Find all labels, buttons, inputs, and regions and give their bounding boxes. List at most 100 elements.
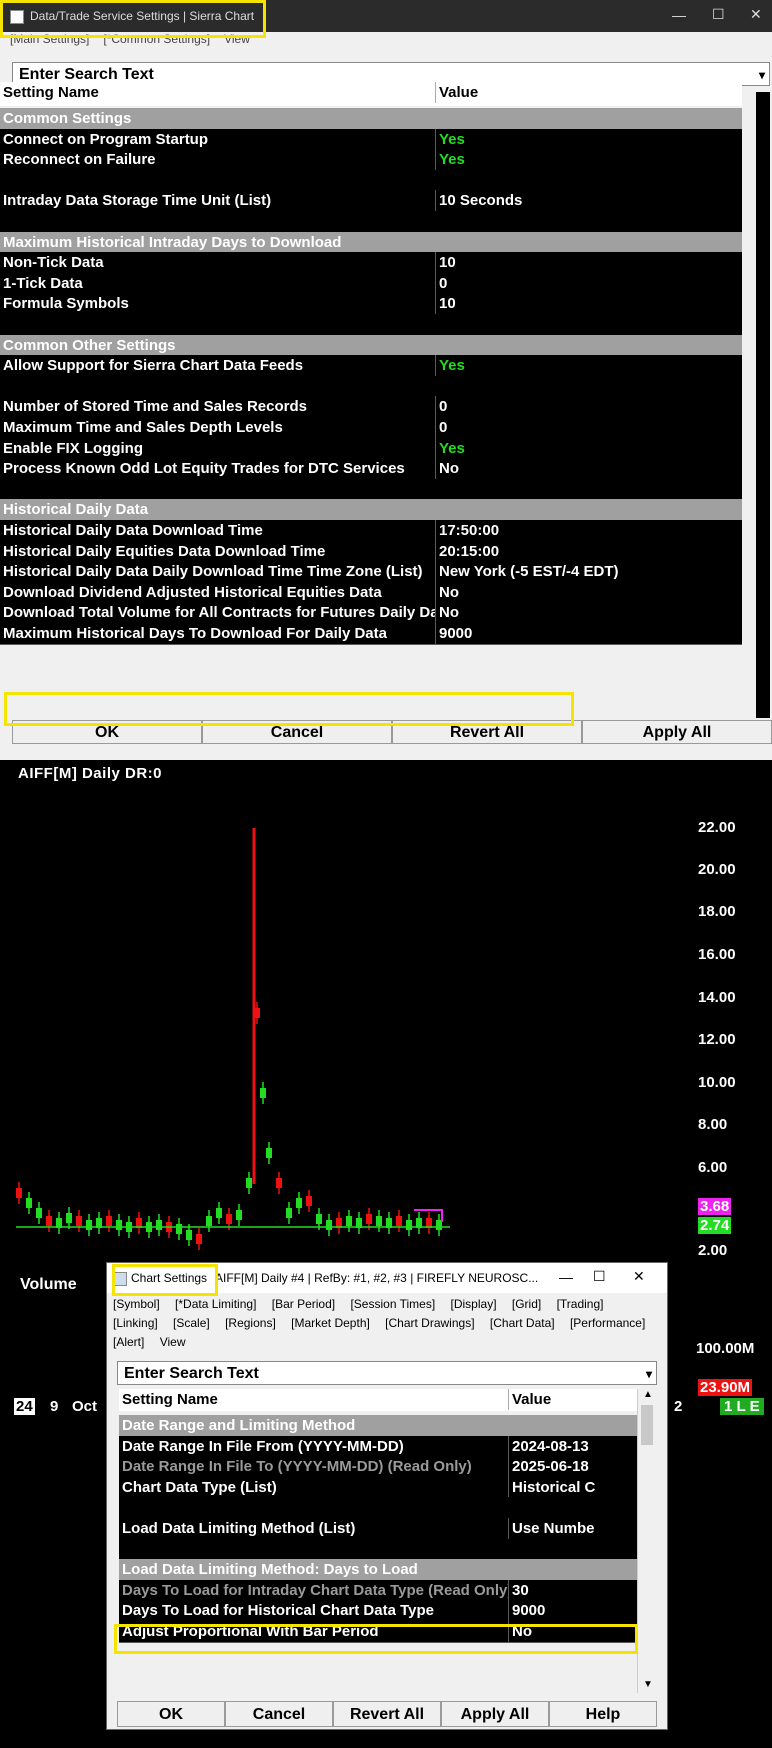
setting-row[interactable]: 1-Tick Data 0 bbox=[0, 272, 742, 295]
minimize-icon[interactable]: — bbox=[559, 1269, 573, 1285]
dropdown-chevron-icon[interactable]: ▾ bbox=[646, 1362, 652, 1386]
candle-body bbox=[366, 1214, 372, 1224]
setting-name: Days To Load for Intraday Chart Data Typ… bbox=[119, 1579, 509, 1601]
setting-value[interactable]: Yes bbox=[436, 149, 742, 170]
setting-value[interactable]: New York (-5 EST/-4 EDT) bbox=[436, 561, 742, 582]
maximize-icon[interactable]: ☐ bbox=[712, 6, 725, 23]
setting-value[interactable]: 0 bbox=[436, 273, 742, 294]
scrollbar[interactable] bbox=[756, 92, 770, 718]
settings-tab[interactable]: [Market Depth] bbox=[291, 1316, 370, 1330]
setting-value[interactable]: 9000 bbox=[436, 623, 742, 644]
help-button[interactable]: Help bbox=[549, 1701, 657, 1727]
price-tick-label: 14.00 bbox=[698, 989, 736, 1006]
settings-tab[interactable]: [Session Times] bbox=[350, 1297, 435, 1311]
candle-body bbox=[36, 1208, 42, 1218]
price-tick-label: 18.00 bbox=[698, 903, 736, 920]
setting-row[interactable]: Date Range In File From (YYYY-MM-DD) 2024… bbox=[119, 1435, 643, 1458]
settings-tab[interactable]: [Chart Drawings] bbox=[385, 1316, 474, 1330]
scroll-down-icon[interactable]: ▼ bbox=[643, 1679, 653, 1690]
setting-row[interactable]: Non-Tick Data 10 bbox=[0, 252, 742, 275]
setting-name: Number of Stored Time and Sales Records bbox=[0, 396, 436, 418]
setting-row[interactable]: Process Known Odd Lot Equity Trades for … bbox=[0, 458, 742, 481]
setting-value[interactable]: No bbox=[436, 602, 742, 623]
setting-row[interactable]: Historical Daily Data Daily Download Tim… bbox=[0, 561, 742, 584]
candle-body bbox=[266, 1148, 272, 1158]
setting-value[interactable]: 9000 bbox=[509, 1600, 643, 1621]
close-icon[interactable]: ✕ bbox=[750, 6, 762, 23]
setting-row[interactable]: Historical Daily Data Download Time 17:50… bbox=[0, 520, 742, 542]
setting-value[interactable]: Yes bbox=[436, 355, 742, 376]
settings-tab[interactable]: [Display] bbox=[451, 1297, 497, 1311]
settings-tab[interactable]: [Grid] bbox=[512, 1297, 541, 1311]
setting-row[interactable]: Load Data Limiting Method (List) Use Numb… bbox=[119, 1518, 643, 1540]
setting-value[interactable]: 17:50:00 bbox=[436, 520, 742, 541]
setting-value[interactable]: 10 Seconds bbox=[436, 190, 742, 211]
setting-row[interactable]: Download Dividend Adjusted Historical Eq… bbox=[0, 581, 742, 604]
apply-all-button[interactable]: Apply All bbox=[441, 1701, 549, 1727]
setting-row[interactable]: Chart Data Type (List) Historical C bbox=[119, 1476, 643, 1499]
setting-value[interactable]: Yes bbox=[436, 438, 742, 459]
setting-value[interactable]: Yes bbox=[436, 129, 742, 150]
setting-value[interactable]: 0 bbox=[436, 396, 742, 417]
revert-all-button[interactable]: Revert All bbox=[333, 1701, 441, 1727]
setting-value[interactable]: 2024-08-13 bbox=[509, 1436, 643, 1457]
setting-value[interactable]: Use Numbe bbox=[509, 1518, 643, 1539]
apply-all-button[interactable]: Apply All bbox=[582, 720, 772, 744]
setting-row[interactable]: Download Total Volume for All Contracts … bbox=[0, 602, 742, 625]
setting-name: Non-Tick Data bbox=[0, 252, 436, 274]
setting-value[interactable]: No bbox=[436, 458, 742, 479]
settings-tab[interactable]: [Scale] bbox=[173, 1316, 210, 1330]
setting-row[interactable]: Days To Load for Historical Chart Data T… bbox=[119, 1600, 643, 1623]
scrollbar[interactable]: ▲ ▼ bbox=[637, 1389, 658, 1693]
setting-value[interactable]: Historical C bbox=[509, 1477, 643, 1498]
blank-row bbox=[0, 211, 742, 233]
setting-name: Maximum Historical Days To Download For … bbox=[0, 623, 436, 644]
scroll-thumb[interactable] bbox=[641, 1405, 653, 1445]
settings-tab[interactable]: [Performance] bbox=[570, 1316, 645, 1330]
settings-tabs: [Symbol] [*Data Limiting] [Bar Period] [… bbox=[113, 1295, 663, 1352]
settings-tab[interactable]: [Bar Period] bbox=[272, 1297, 335, 1311]
setting-row[interactable]: Enable FIX Logging Yes bbox=[0, 437, 742, 460]
setting-value[interactable]: 10 bbox=[436, 252, 742, 273]
search-placeholder: Enter Search Text bbox=[19, 66, 154, 83]
settings-tab[interactable]: [Linking] bbox=[113, 1316, 158, 1330]
scroll-up-icon[interactable]: ▲ bbox=[643, 1389, 653, 1400]
highlight-window-title bbox=[0, 0, 266, 38]
search-input[interactable]: Enter Search Text ▾ bbox=[117, 1361, 657, 1385]
ok-button[interactable]: OK bbox=[117, 1701, 225, 1727]
minimize-icon[interactable]: — bbox=[672, 7, 686, 23]
close-icon[interactable]: ✕ bbox=[633, 1268, 645, 1285]
maximize-icon[interactable]: ☐ bbox=[593, 1268, 606, 1285]
setting-row[interactable]: Allow Support for Sierra Chart Data Feed… bbox=[0, 355, 742, 378]
status-badge: 1 L E bbox=[720, 1398, 764, 1415]
cancel-button[interactable]: Cancel bbox=[225, 1701, 333, 1727]
setting-value[interactable]: 20:15:00 bbox=[436, 541, 742, 562]
setting-row[interactable]: Number of Stored Time and Sales Records 0 bbox=[0, 396, 742, 419]
price-badge-magenta: 3.68 bbox=[698, 1198, 732, 1215]
candle-body bbox=[196, 1234, 202, 1244]
setting-row[interactable]: Maximum Time and Sales Depth Levels 0 bbox=[0, 417, 742, 439]
setting-row[interactable]: Formula Symbols 10 bbox=[0, 293, 742, 316]
settings-tab[interactable]: [Alert] bbox=[113, 1335, 144, 1349]
setting-row[interactable]: Historical Daily Equities Data Download … bbox=[0, 540, 742, 563]
settings-tab[interactable]: [Trading] bbox=[557, 1297, 604, 1311]
settings-tab[interactable]: [Symbol] bbox=[113, 1297, 160, 1311]
setting-value[interactable]: No bbox=[436, 582, 742, 603]
section-header: Historical Daily Data bbox=[0, 499, 742, 522]
candle-body bbox=[376, 1216, 382, 1226]
settings-tab[interactable]: [Regions] bbox=[225, 1316, 276, 1330]
setting-value[interactable]: 10 bbox=[436, 293, 742, 314]
setting-row[interactable]: Connect on Program Startup Yes bbox=[0, 128, 742, 151]
setting-row[interactable]: Maximum Historical Days To Download For … bbox=[0, 623, 742, 645]
setting-name: Historical Daily Data Download Time bbox=[0, 520, 436, 541]
settings-tab[interactable]: [Chart Data] bbox=[490, 1316, 555, 1330]
highlight-max-days-row bbox=[4, 692, 574, 726]
setting-name: Historical Daily Data bbox=[3, 501, 149, 519]
settings-tab[interactable]: [*Data Limiting] bbox=[175, 1297, 256, 1311]
setting-row[interactable]: Intraday Data Storage Time Unit (List) 10… bbox=[0, 190, 742, 213]
setting-row[interactable]: Reconnect on Failure Yes bbox=[0, 149, 742, 172]
setting-value[interactable]: 0 bbox=[436, 417, 742, 438]
settings-tab[interactable]: View bbox=[160, 1335, 186, 1349]
price-tick-label: 8.00 bbox=[698, 1116, 728, 1133]
dropdown-chevron-icon[interactable]: ▾ bbox=[759, 63, 765, 87]
